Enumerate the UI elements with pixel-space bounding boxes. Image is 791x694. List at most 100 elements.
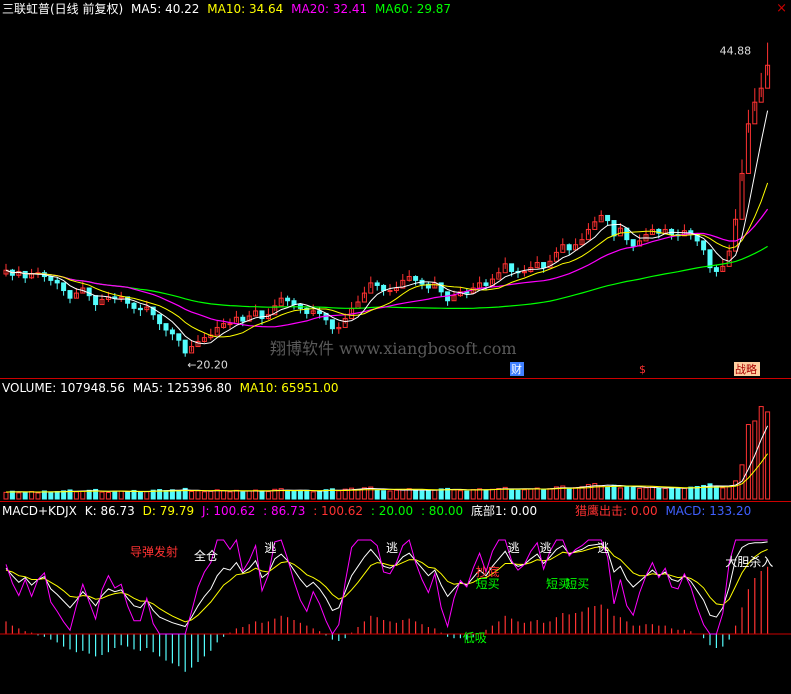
- signal-label: 逃: [508, 541, 520, 555]
- volume-bar: [649, 486, 655, 500]
- candle-body: [176, 333, 182, 341]
- volume-bar: [451, 489, 457, 500]
- volume-bar: [336, 490, 342, 500]
- candle-body: [240, 316, 246, 322]
- volume-bar: [374, 489, 380, 500]
- volume-bar: [227, 491, 233, 500]
- volume-bar: [381, 490, 387, 500]
- volume-bar: [726, 486, 732, 500]
- event-marker: 财: [511, 362, 522, 376]
- candle-body: [413, 276, 419, 281]
- volume-bar: [681, 487, 687, 500]
- volume-bar: [246, 490, 252, 500]
- signal-label: 逃: [540, 541, 552, 555]
- volume-bar: [489, 488, 495, 500]
- candle-body: [163, 323, 169, 331]
- candle-body: [509, 263, 515, 272]
- candle-body: [387, 290, 393, 293]
- volume-bar: [208, 490, 214, 500]
- volume-bar: [669, 487, 675, 500]
- ma10-line: [5, 182, 769, 338]
- signal-label: 逃: [264, 541, 276, 555]
- ma5-line: [5, 110, 769, 345]
- volume-bar: [176, 490, 182, 500]
- volume-ma10-line: [6, 453, 769, 493]
- volume-bar: [637, 487, 643, 500]
- chart-canvas: 翔博软件 www.xiangbosoft.com 44.88 ←20.20 财 $ 战略导…: [0, 42, 791, 672]
- volume-bar: [259, 490, 265, 500]
- candle-body: [483, 282, 489, 286]
- candle-body: [157, 314, 163, 325]
- signal-label: 逃: [597, 541, 609, 555]
- volume-bar: [605, 486, 611, 500]
- volume-bar: [624, 485, 630, 500]
- volume-bar: [189, 490, 195, 500]
- high-price-label: 44.88: [720, 45, 752, 58]
- candle-body: [701, 240, 707, 251]
- volume-bar: [144, 491, 150, 500]
- candle-body: [329, 319, 335, 330]
- volume-bar: [419, 490, 425, 500]
- volume-bar: [221, 490, 227, 500]
- candle-body: [131, 302, 137, 309]
- volume-bar: [214, 489, 220, 500]
- volume-bar: [265, 491, 271, 500]
- volume-bar: [656, 487, 662, 500]
- candle-body: [605, 214, 611, 222]
- candle-body: [67, 290, 73, 299]
- volume-bar: [163, 490, 169, 500]
- volume-bar: [355, 489, 361, 500]
- volume-bar: [598, 485, 604, 500]
- volume-bar: [611, 484, 617, 500]
- volume-bar: [105, 491, 111, 500]
- candle-body: [86, 287, 92, 297]
- volume-bar: [579, 486, 585, 500]
- volume-bar: [201, 491, 207, 500]
- candle-body: [169, 329, 175, 335]
- candle-body: [48, 276, 54, 281]
- volume-bar: [643, 487, 649, 500]
- volume-bar: [496, 488, 502, 500]
- ma20-line: [5, 208, 769, 328]
- signal-label: 大胆杀入: [725, 554, 773, 569]
- volume-bar: [720, 487, 726, 500]
- volume-bar: [233, 489, 239, 500]
- candle-body: [541, 262, 547, 269]
- candle-body: [707, 249, 713, 269]
- volume-bar: [630, 486, 636, 500]
- volume-bar: [310, 491, 316, 500]
- candle-body: [291, 300, 297, 306]
- event-marker: 战略: [735, 362, 757, 376]
- volume-bar: [675, 488, 681, 500]
- signal-label: 导弹发射: [130, 544, 178, 559]
- volume-bar: [99, 491, 105, 500]
- candle-body: [93, 295, 99, 306]
- volume-bar: [137, 491, 143, 500]
- volume-bar: [54, 491, 60, 500]
- signal-label: 逃: [386, 541, 398, 555]
- volume-ma5-line: [5, 425, 769, 493]
- volume-bar: [387, 490, 393, 500]
- volume-bar: [432, 489, 438, 500]
- volume-bar: [662, 488, 668, 500]
- candle-body: [438, 282, 444, 293]
- volume-bar: [470, 489, 476, 500]
- candle-body: [54, 279, 60, 284]
- volume-bar: [317, 490, 323, 500]
- volume-bar: [534, 487, 540, 500]
- volume-bar: [521, 489, 527, 500]
- volume-bar: [528, 488, 534, 500]
- volume-bar: [688, 486, 694, 500]
- volume-bar: [758, 406, 764, 500]
- volume-bar: [541, 489, 547, 500]
- volume-bar: [73, 491, 79, 500]
- watermark: 翔博软件 www.xiangbosoft.com: [270, 339, 517, 358]
- volume-bar: [547, 488, 553, 500]
- volume-bar: [733, 480, 739, 500]
- volume-bar: [240, 491, 246, 500]
- volume-bar: [745, 424, 751, 500]
- candle-body: [227, 323, 233, 326]
- volume-bar: [464, 490, 470, 500]
- signal-label: 短买: [565, 577, 589, 591]
- candle-body: [61, 282, 67, 292]
